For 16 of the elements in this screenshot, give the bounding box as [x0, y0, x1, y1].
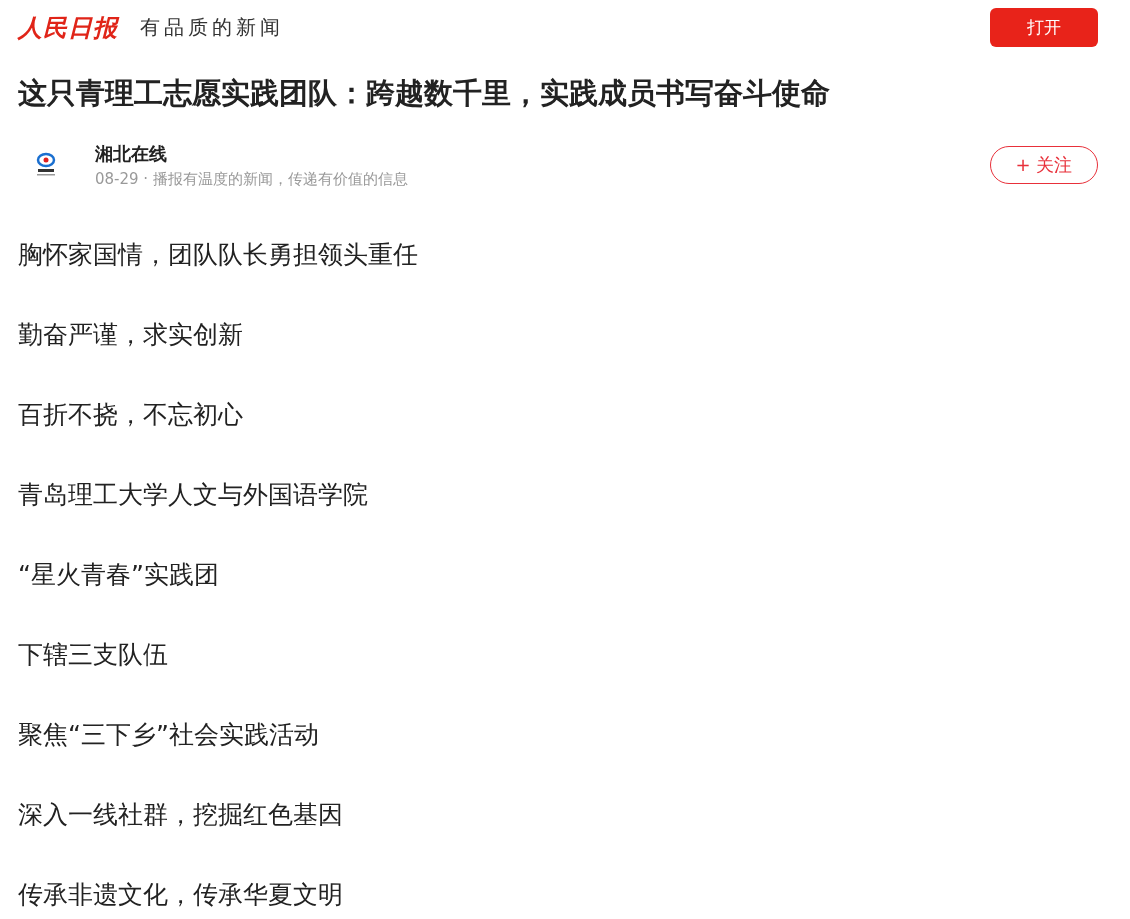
paragraph: “星火青春”实践团 [18, 559, 220, 591]
paragraph: 勤奋严谨，求实创新 [18, 319, 244, 351]
paragraph: 百折不挠，不忘初心 [18, 399, 244, 431]
author-name: 湘北在线 [95, 141, 168, 166]
paragraph: 聚焦“三下乡”社会实践活动 [18, 719, 320, 751]
paragraph: 传承非遗文化，传承华夏文明 [18, 879, 344, 911]
article-title: 这只青理工志愿实践团队：跨越数千里，实践成员书写奋斗使命 [18, 75, 831, 112]
paragraph: 深入一线社群，挖掘红色基因 [18, 799, 344, 831]
paragraph: 下辖三支队伍 [18, 639, 169, 671]
slogan: 有品质的新闻 [140, 14, 284, 41]
paragraph: 胸怀家国情，团队队长勇担领头重任 [18, 239, 419, 271]
paragraph: 青岛理工大学人文与外国语学院 [18, 479, 369, 511]
author-meta: 08-29 · 播报有温度的新闻，传递有价值的信息 [95, 169, 409, 189]
logo: 人民日报 [18, 11, 118, 44]
open-button[interactable]: 打开 [990, 8, 1098, 47]
follow-button[interactable]: + 关注 [990, 146, 1098, 184]
